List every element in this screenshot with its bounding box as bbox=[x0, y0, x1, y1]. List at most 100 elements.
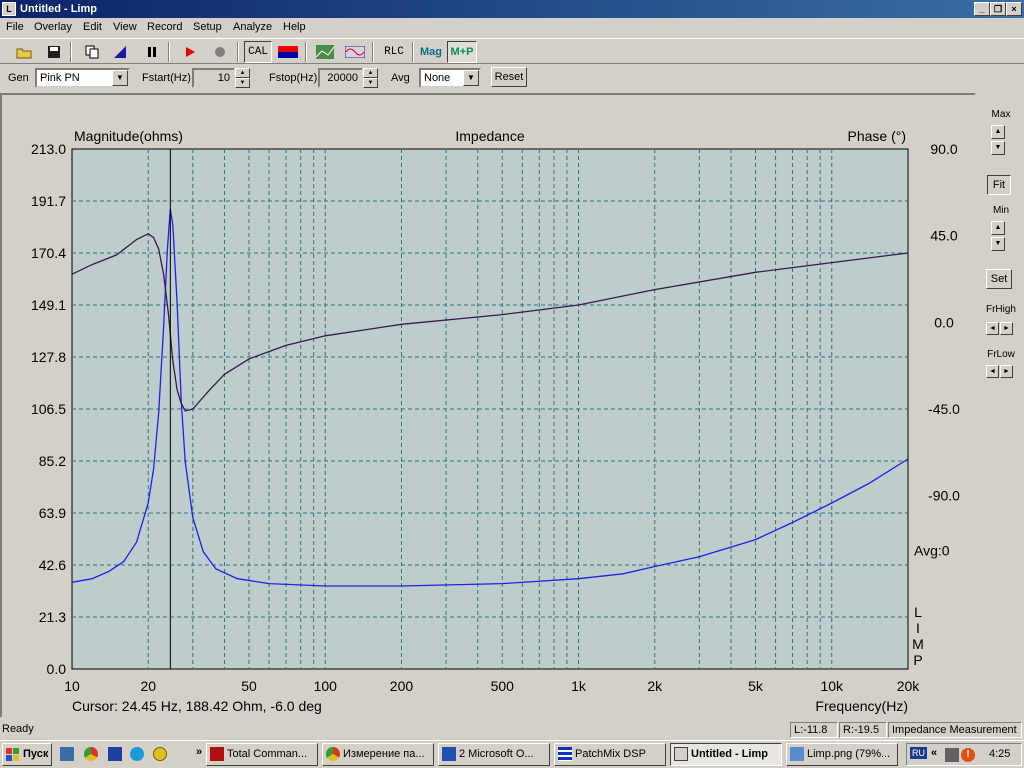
limp-icon bbox=[674, 747, 688, 761]
param-row: Gen Pink PN ▼ Fstart(Hz) 10 ▲ ▼ Fstop(Hz)… bbox=[0, 64, 1024, 90]
min-label: Min bbox=[992, 205, 1010, 216]
frlow-label: FrLow bbox=[987, 349, 1015, 360]
skype-icon[interactable] bbox=[130, 747, 144, 761]
network-icon[interactable] bbox=[945, 748, 959, 762]
copy-icon[interactable] bbox=[80, 41, 103, 63]
task-label: Измерение па... bbox=[343, 748, 425, 760]
reset-button[interactable]: Reset bbox=[491, 67, 527, 87]
task-word[interactable]: 2 Microsoft O... bbox=[438, 743, 550, 766]
status-ready: Ready bbox=[2, 723, 34, 735]
language-indicator[interactable]: RU bbox=[910, 747, 927, 759]
menu-overlay[interactable]: Overlay bbox=[34, 21, 72, 33]
fit-button[interactable]: Fit bbox=[987, 175, 1011, 195]
chevron-down-icon[interactable]: ▼ bbox=[112, 70, 128, 86]
record-icon[interactable] bbox=[208, 41, 231, 63]
tray-expand-icon[interactable]: « bbox=[931, 747, 937, 759]
patchmix-icon bbox=[558, 747, 572, 761]
menu-analyze[interactable]: Analyze bbox=[233, 21, 272, 33]
avg-select[interactable]: None ▼ bbox=[419, 68, 481, 88]
cursor-readout: Cursor: 24.45 Hz, 188.42 Ohm, -6.0 deg bbox=[72, 698, 322, 714]
minimize-button[interactable]: _ bbox=[974, 2, 990, 16]
color-icon[interactable] bbox=[276, 41, 299, 63]
open-folder-icon[interactable] bbox=[12, 41, 35, 63]
y-tick-label: 42.6 bbox=[39, 557, 66, 573]
max-down-arrow-icon[interactable]: ▼ bbox=[991, 141, 1005, 155]
watermark-letter: L bbox=[914, 604, 922, 620]
restore-button[interactable]: ❐ bbox=[990, 2, 1006, 16]
watermark-letter: I bbox=[916, 620, 920, 636]
overlay-icon[interactable] bbox=[108, 41, 131, 63]
x-tick-label: 1k bbox=[571, 678, 587, 694]
set-button[interactable]: Set bbox=[986, 269, 1012, 289]
fstop-label: Fstop(Hz) bbox=[269, 72, 318, 84]
side-panel: Max ▲ ▼ Fit Min ▲ ▼ Set FrHigh ◄ ► FrLow… bbox=[978, 93, 1024, 718]
fstart-field[interactable]: 10 bbox=[192, 68, 235, 88]
fstop-stepper[interactable]: ▲ ▼ bbox=[363, 68, 378, 88]
watermark-letter: M bbox=[912, 636, 924, 652]
task-chrome[interactable]: Измерение па... bbox=[322, 743, 434, 766]
gen-select[interactable]: Pink PN ▼ bbox=[35, 68, 130, 88]
avg-label: Avg bbox=[391, 72, 410, 84]
y2-tick-label: -45.0 bbox=[928, 401, 960, 417]
chrome-icon[interactable] bbox=[84, 747, 98, 761]
clock-app-icon[interactable] bbox=[153, 747, 167, 761]
y-tick-label: 127.8 bbox=[31, 349, 66, 365]
fstart-stepper[interactable]: ▲ ▼ bbox=[235, 68, 250, 88]
task-label: Total Comman... bbox=[227, 748, 308, 760]
chart-title: Impedance bbox=[455, 128, 524, 144]
y-axis-label: Magnitude(ohms) bbox=[74, 128, 183, 144]
menu-help[interactable]: Help bbox=[283, 21, 306, 33]
avg-label: Avg:0 bbox=[914, 543, 950, 559]
mag-phase-button[interactable]: M+P bbox=[447, 41, 477, 63]
menu-record[interactable]: Record bbox=[147, 21, 182, 33]
fstop-field[interactable]: 20000 bbox=[318, 68, 363, 88]
overflow-chevron-icon[interactable]: » bbox=[196, 746, 202, 758]
impedance-chart[interactable]: 213.0 191.7 170.4 149.1 127.8 106.5 85.2 63.9 42… bbox=[2, 95, 974, 716]
gen-value: Pink PN bbox=[40, 72, 80, 84]
menu-view[interactable]: View bbox=[113, 21, 137, 33]
pause-icon[interactable] bbox=[140, 41, 163, 63]
rlc-button[interactable]: RLC bbox=[380, 41, 408, 63]
menu-setup[interactable]: Setup bbox=[193, 21, 222, 33]
y2-tick-label: 0.0 bbox=[934, 314, 954, 330]
menu-edit[interactable]: Edit bbox=[83, 21, 102, 33]
task-limp[interactable]: Untitled - Limp bbox=[670, 743, 782, 766]
status-left-level: L:-11.8 bbox=[790, 722, 838, 738]
desktop-icon[interactable] bbox=[60, 747, 74, 761]
min-up-arrow-icon[interactable]: ▲ bbox=[991, 221, 1005, 235]
min-down-arrow-icon[interactable]: ▼ bbox=[991, 237, 1005, 251]
max-label: Max bbox=[991, 109, 1011, 120]
mag-button[interactable]: Mag bbox=[418, 41, 444, 63]
close-button[interactable]: × bbox=[1006, 2, 1022, 16]
sine-icon[interactable] bbox=[343, 41, 366, 63]
graph-icon[interactable] bbox=[313, 41, 336, 63]
frhigh-right-arrow-icon[interactable]: ► bbox=[1000, 322, 1013, 335]
max-up-arrow-icon[interactable]: ▲ bbox=[991, 125, 1005, 139]
chevron-down-icon[interactable]: ▼ bbox=[463, 70, 479, 86]
y-tick-label: 0.0 bbox=[47, 661, 67, 677]
y-tick-label: 149.1 bbox=[31, 297, 66, 313]
alert-icon[interactable]: ! bbox=[961, 748, 975, 762]
y-tick-label: 21.3 bbox=[39, 609, 66, 625]
watermark-letter: P bbox=[913, 652, 922, 668]
save-icon[interactable] bbox=[42, 41, 65, 63]
cal-button[interactable]: CAL bbox=[244, 41, 272, 63]
x-axis-label: Frequency(Hz) bbox=[815, 698, 908, 714]
toolbar: CAL RLC Mag M+P bbox=[0, 38, 1024, 64]
plot-area: 213.0 191.7 170.4 149.1 127.8 106.5 85.2 63.9 42… bbox=[0, 93, 976, 718]
play-icon[interactable] bbox=[178, 41, 201, 63]
x-tick-label: 500 bbox=[491, 678, 515, 694]
frlow-left-arrow-icon[interactable]: ◄ bbox=[986, 365, 999, 378]
app-icon[interactable]: L bbox=[2, 2, 16, 16]
frlow-right-arrow-icon[interactable]: ► bbox=[1000, 365, 1013, 378]
frhigh-left-arrow-icon[interactable]: ◄ bbox=[986, 322, 999, 335]
floppy-icon[interactable] bbox=[108, 747, 122, 761]
start-button[interactable]: Пуск bbox=[2, 743, 52, 766]
task-patchmix[interactable]: PatchMix DSP bbox=[554, 743, 666, 766]
menu-file[interactable]: File bbox=[6, 21, 24, 33]
task-image-viewer[interactable]: Limp.png (79%... bbox=[786, 743, 898, 766]
task-total-commander[interactable]: Total Comman... bbox=[206, 743, 318, 766]
x-tick-label: 50 bbox=[241, 678, 257, 694]
y-tick-label: 63.9 bbox=[39, 505, 66, 521]
status-mode: Impedance Measurement bbox=[888, 722, 1022, 738]
